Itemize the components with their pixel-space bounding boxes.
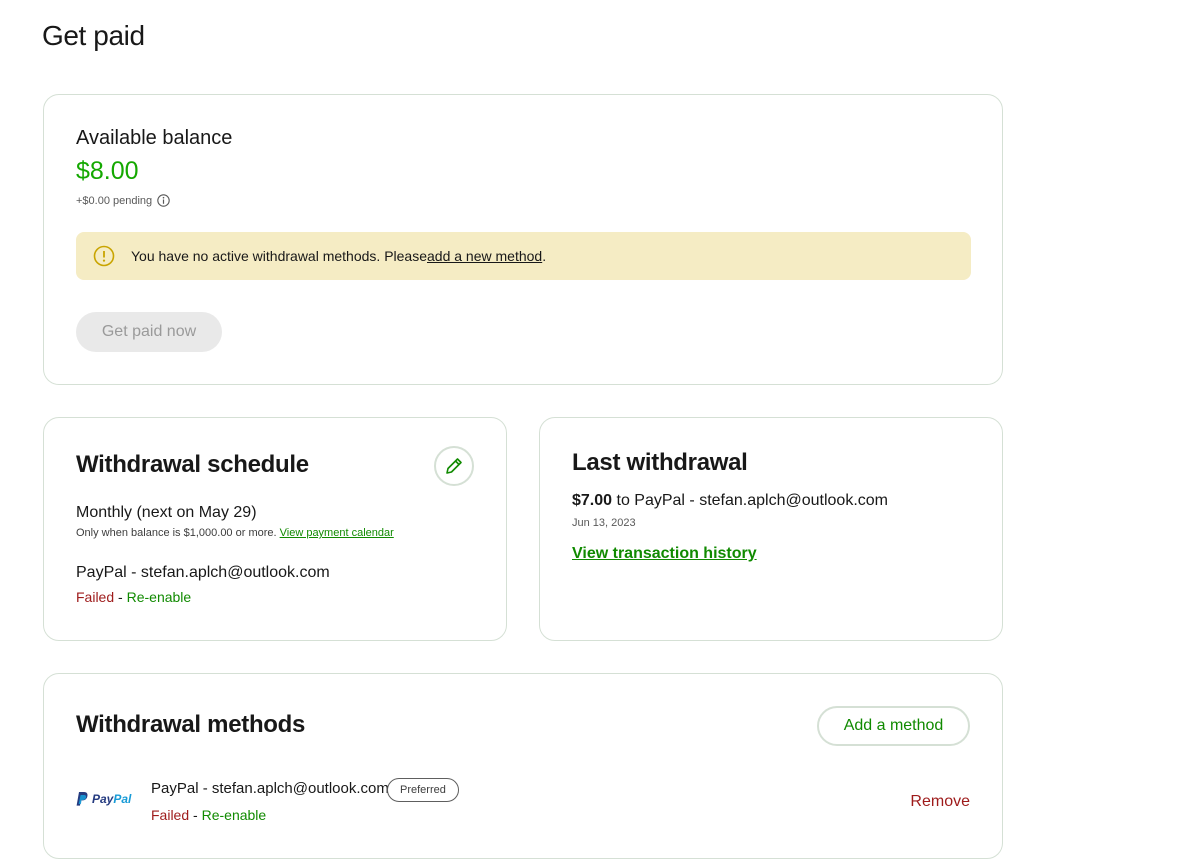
paypal-logo-pal: Pal (113, 792, 132, 806)
alert-end: . (542, 248, 547, 264)
schedule-account: PayPal - stefan.aplch@outlook.com (76, 564, 330, 581)
last-withdrawal-title: Last withdrawal (572, 449, 748, 476)
edit-schedule-button[interactable] (434, 446, 474, 486)
no-method-alert: You have no active withdrawal methods. P… (76, 232, 971, 280)
last-withdrawal-amount: $7.00 (572, 492, 613, 509)
warning-icon (93, 245, 115, 267)
last-withdrawal-destination: to PayPal - stefan.aplch@outlook.com (612, 492, 888, 509)
schedule-title: Withdrawal schedule (76, 451, 309, 478)
paypal-logo-pay: Pay (92, 792, 114, 806)
schedule-note: Only when balance is $1,000.00 or more. … (76, 527, 394, 539)
view-transaction-history-link[interactable]: View transaction history (572, 545, 757, 563)
failed-status: Failed (76, 589, 115, 605)
add-method-button[interactable]: Add a method (817, 706, 970, 746)
view-payment-calendar-link[interactable]: View payment calendar (280, 527, 394, 539)
paypal-icon (76, 792, 88, 806)
remove-method-link[interactable]: Remove (910, 793, 970, 811)
withdrawal-methods-card: Withdrawal methods Add a method PayPal P… (43, 673, 1003, 859)
balance-amount: $8.00 (76, 157, 139, 185)
withdrawal-schedule-card: Withdrawal schedule Monthly (next on May… (43, 417, 507, 641)
alert-text: You have no active withdrawal methods. P… (131, 248, 427, 264)
pending-row: +$0.00 pending (76, 194, 170, 207)
paypal-logo: PayPal (76, 792, 131, 806)
schedule-note-text: Only when balance is $1,000.00 or more. (76, 527, 280, 539)
info-icon[interactable] (157, 194, 170, 207)
re-enable-link[interactable]: Re-enable (127, 589, 192, 605)
schedule-frequency: Monthly (next on May 29) (76, 504, 257, 521)
preferred-badge: Preferred (387, 778, 459, 802)
method-status: Failed - Re-enable (151, 807, 266, 823)
pending-text: +$0.00 pending (76, 194, 153, 207)
balance-label: Available balance (76, 127, 233, 149)
page-title: Get paid (42, 20, 145, 51)
get-paid-now-button[interactable]: Get paid now (76, 312, 222, 352)
pencil-icon (444, 456, 464, 476)
last-withdrawal-date: Jun 13, 2023 (572, 517, 636, 529)
last-withdrawal-amount-row: $7.00 to PayPal - stefan.aplch@outlook.c… (572, 492, 888, 510)
schedule-status: Failed - Re-enable (76, 589, 191, 605)
last-withdrawal-card: Last withdrawal $7.00 to PayPal - stefan… (539, 417, 1003, 641)
methods-title: Withdrawal methods (76, 711, 306, 738)
method-failed-status: Failed (151, 807, 190, 823)
balance-card: Available balance $8.00 +$0.00 pending Y… (43, 94, 1003, 385)
method-status-separator: - (189, 807, 202, 823)
add-new-method-link[interactable]: add a new method (427, 248, 542, 264)
method-name: PayPal - stefan.aplch@outlook.com (151, 780, 389, 797)
status-separator: - (114, 589, 127, 605)
method-re-enable-link[interactable]: Re-enable (202, 807, 267, 823)
